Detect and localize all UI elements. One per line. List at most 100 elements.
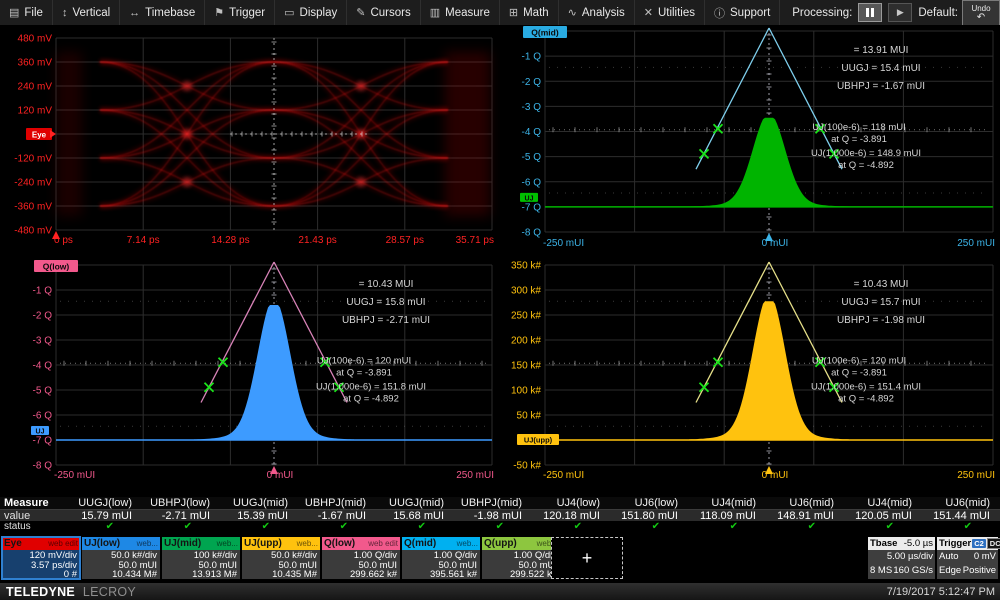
play-icon: ▶ xyxy=(897,7,904,18)
timebase-descriptor[interactable]: Tbase -5.0 µs 5.00 µs/div 8 MS160 GS/s xyxy=(868,537,935,579)
y-axis-tick-label: -7 Q xyxy=(522,202,542,213)
descriptor-value-line: 299.662 k# xyxy=(322,570,397,580)
y-axis-tick-label: 100 k# xyxy=(511,386,541,397)
menu-item-label: Analysis xyxy=(582,7,625,19)
descriptor-uj-upp[interactable]: UJ(upp)web...50.0 k#/div50.0 mUI10.435 M… xyxy=(242,537,320,579)
annotation-text: at Q = -4.892 xyxy=(838,393,894,404)
annotation-text: UUGJ = 15.8 mUI xyxy=(346,297,425,308)
trace-badge-label: UJ xyxy=(36,429,45,436)
y-axis-tick-label: -2 Q xyxy=(33,311,53,322)
y-axis-tick-label: -240 mV xyxy=(14,178,52,189)
y-axis-tick-label: 240 mV xyxy=(18,82,53,93)
descriptor-uj-low[interactable]: UJ(low)web...50.0 k#/div50.0 mUI10.434 M… xyxy=(82,537,160,579)
utilities-icon: ✕ xyxy=(644,6,653,19)
descriptor-value-line: 13.913 M# xyxy=(162,570,237,580)
descriptor-eye[interactable]: Eyeweb edit120 mV/div3.57 ps/div0 # xyxy=(2,537,80,579)
plot-source-badge-label: Eye xyxy=(32,131,47,140)
y-axis-tick-label: -5 Q xyxy=(522,152,542,163)
y-axis-tick-label: -1 Q xyxy=(522,52,542,63)
measure-row-label: status xyxy=(0,521,64,533)
measure-column-header[interactable]: UJ6(mid) xyxy=(766,497,844,509)
measure-column-header[interactable]: UJ6(mid) xyxy=(922,497,1000,509)
y-axis-tick-label: 200 k# xyxy=(511,336,541,347)
y-axis-tick-label: 50 k# xyxy=(517,411,542,422)
measure-icon: ▥ xyxy=(430,6,440,19)
default-label: Default: xyxy=(918,7,958,19)
measure-table-row-value: value15.79 mUI-2.71 mUI15.39 mUI-1.67 mU… xyxy=(0,509,1000,521)
annotation-text: at Q = -3.891 xyxy=(336,367,392,378)
menu-item-analysis[interactable]: ∿ Analysis xyxy=(559,0,635,25)
menu-item-display[interactable]: ▭Display xyxy=(275,0,347,25)
pause-button[interactable] xyxy=(858,3,882,22)
measure-status-check-icon: ✔ xyxy=(766,521,844,533)
measure-column-header[interactable]: UUGJ(low) xyxy=(64,497,142,509)
trigger-source-badge-c2: C2 xyxy=(972,539,986,548)
menu-item-support[interactable]: ⓘSupport xyxy=(705,0,780,25)
descriptor-value-line: 10.434 M# xyxy=(82,570,157,580)
menu-item-measure[interactable]: ▥ Measure xyxy=(421,0,500,25)
undo-button[interactable]: Undo ↶ xyxy=(962,0,1000,26)
y-axis-tick-label: -50 k# xyxy=(513,461,541,472)
annotation-text: = 10.43 MUI xyxy=(854,279,909,290)
math-icon: ⊞ xyxy=(509,6,518,19)
add-trace-button[interactable]: + xyxy=(551,537,623,579)
eye-diagram-plot: 480 mV360 mV240 mV120 mV0 mV-120 mV-240 … xyxy=(0,25,500,254)
y-axis-tick-label: -3 Q xyxy=(522,102,542,113)
menu-item-label: Timebase xyxy=(145,7,195,19)
measure-column-header[interactable]: UBHPJ(mid) xyxy=(454,497,532,509)
menu-item-file[interactable]: ▤File xyxy=(0,0,53,25)
y-axis-tick-label: -2 Q xyxy=(522,77,542,88)
descriptor-header: Q(mid)web... xyxy=(402,537,480,550)
datetime-display: 7/19/2017 5:12:47 PM xyxy=(887,586,1000,598)
menu-item-utilities[interactable]: ✕Utilities xyxy=(635,0,705,25)
measure-column-header[interactable]: UBHPJ(low) xyxy=(142,497,220,509)
descriptor-value-line: 10.435 M# xyxy=(242,570,317,580)
measure-status-check-icon: ✔ xyxy=(688,521,766,533)
measure-column-header[interactable]: UBHPJ(mid) xyxy=(298,497,376,509)
y-axis-tick-label: -5 Q xyxy=(33,386,53,397)
x-axis-tick-label: 21.43 ps xyxy=(298,235,336,246)
measure-column-header[interactable]: UUGJ(mid) xyxy=(376,497,454,509)
descriptor-label: UJ(mid) xyxy=(164,538,201,549)
descriptor-q-low[interactable]: Q(low)web edit1.00 Q/div50.0 mUI299.662 … xyxy=(322,537,400,579)
measure-column-header[interactable]: UJ6(low) xyxy=(610,497,688,509)
play-button[interactable]: ▶ xyxy=(888,3,912,22)
trace-badge-label: UJ(upp) xyxy=(524,436,553,445)
x-axis-tick-label: 250 mUI xyxy=(957,238,995,249)
analysis-icon: ∿ xyxy=(568,6,577,19)
measure-column-header[interactable]: UJ4(mid) xyxy=(844,497,922,509)
menu-item-label: Math xyxy=(523,7,549,19)
menu-item-label: Trigger xyxy=(229,7,265,19)
annotation-text: UUGJ = 15.7 mUI xyxy=(841,297,920,308)
trigger-descriptor[interactable]: Trigger C2DC Auto0 mV EdgePositive xyxy=(937,537,998,579)
annotation-text: UJ(1.000e-6) = 151.8 mUI xyxy=(316,381,426,392)
menu-item-label: Vertical xyxy=(72,7,110,19)
menu-item-math[interactable]: ⊞ Math xyxy=(500,0,559,25)
timebase-rate: 160 GS/s xyxy=(893,565,933,578)
y-axis-tick-label: 360 mV xyxy=(18,58,53,69)
descriptor-q-upp[interactable]: Q(upp)web...1.00 Q/div50.0 mUI299.522 k# xyxy=(482,537,560,579)
x-axis-tick-label: 250 mUI xyxy=(456,470,494,481)
menu-item-cursors[interactable]: ✎Cursors xyxy=(347,0,420,25)
y-axis-tick-label: -6 Q xyxy=(522,177,542,188)
measure-column-header[interactable]: UJ4(low) xyxy=(532,497,610,509)
y-axis-tick-label: 480 mV xyxy=(18,34,53,45)
descriptor-values: 100 k#/div50.0 mUI13.913 M# xyxy=(162,550,240,580)
trigger-level: 0 mV xyxy=(974,551,996,564)
menu-item-trigger[interactable]: ⚑Trigger xyxy=(205,0,275,25)
measure-column-header[interactable]: UJ4(mid) xyxy=(688,497,766,509)
menu-bar: ▤File↕Vertical↔Timebase⚑Trigger▭Display✎… xyxy=(0,0,1000,26)
menu-item-timebase[interactable]: ↔Timebase xyxy=(120,0,205,25)
menu-item-vertical[interactable]: ↕Vertical xyxy=(53,0,120,25)
processing-label: Processing: xyxy=(792,7,852,19)
descriptor-header: UJ(low)web... xyxy=(82,537,160,550)
measure-column-header[interactable]: UUGJ(mid) xyxy=(220,497,298,509)
jitter-histogram xyxy=(194,305,354,440)
menu-item-label: Measure xyxy=(445,7,490,19)
measure-status-check-icon: ✔ xyxy=(220,521,298,533)
trigger-slope: Positive xyxy=(963,565,996,578)
descriptor-uj-mid[interactable]: UJ(mid)web...100 k#/div50.0 mUI13.913 M# xyxy=(162,537,240,579)
descriptor-q-mid[interactable]: Q(mid)web...1.00 Q/div50.0 mUI395.561 k# xyxy=(402,537,480,579)
cursor-position-arrow-icon[interactable] xyxy=(765,233,773,241)
y-axis-tick-label: -3 Q xyxy=(33,336,53,347)
